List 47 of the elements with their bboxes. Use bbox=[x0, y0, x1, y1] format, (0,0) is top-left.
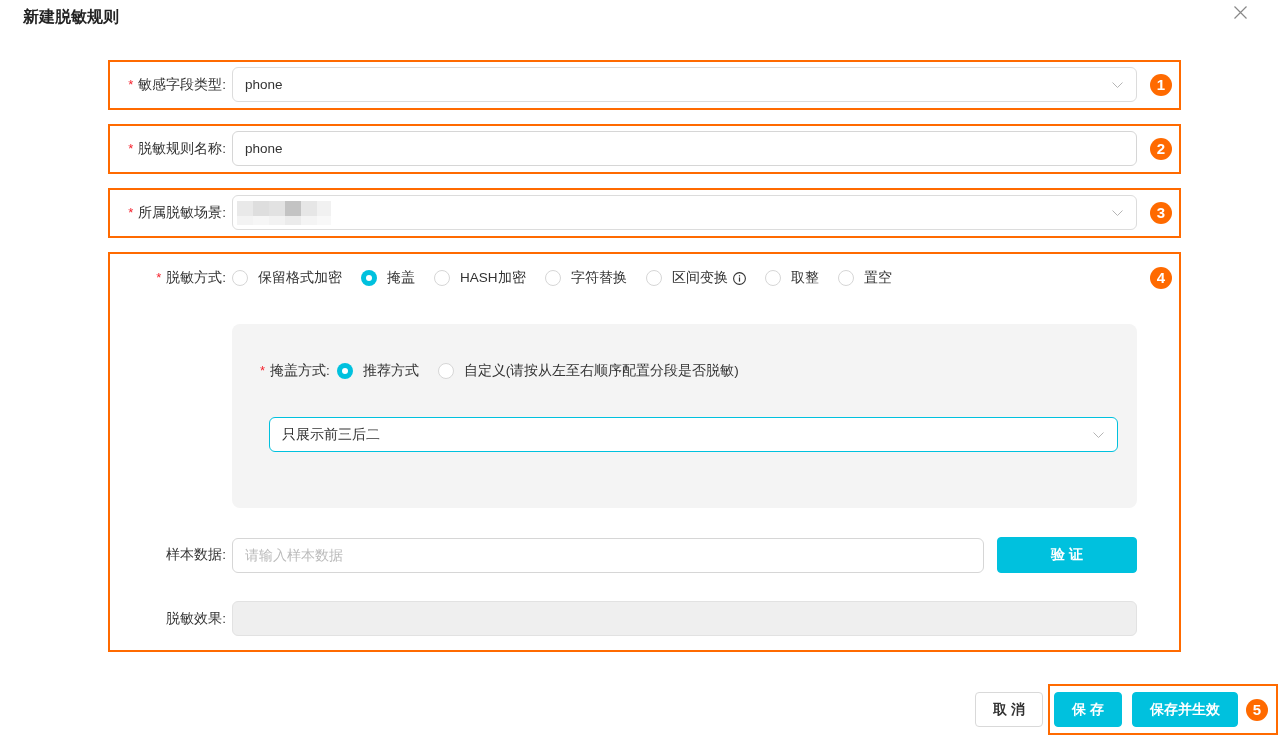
select-field[interactable]: 只展示前三后二 bbox=[269, 417, 1118, 452]
required-mark: * bbox=[260, 362, 266, 380]
step-badge: 2 bbox=[1150, 137, 1172, 160]
field-label: 脱敏方式: bbox=[166, 269, 226, 287]
radio-option[interactable]: 置空 bbox=[837, 268, 892, 288]
close-icon bbox=[1234, 6, 1247, 19]
select-field[interactable]: phone bbox=[232, 67, 1137, 102]
radio-option[interactable]: 区间变换 bbox=[645, 268, 746, 288]
dialog-title: 新建脱敏规则 bbox=[23, 7, 119, 27]
radio-option[interactable]: 保留格式加密 bbox=[232, 268, 342, 288]
step-badge: 3 bbox=[1150, 201, 1172, 224]
field-label: 脱敏效果: bbox=[166, 609, 226, 628]
radio-icon[interactable] bbox=[437, 363, 454, 379]
text-input[interactable]: phone bbox=[232, 131, 1137, 166]
step-badge: 1 bbox=[1150, 73, 1172, 96]
chevron-down-icon bbox=[1093, 431, 1104, 438]
field-label: 所属脱敏场景: bbox=[138, 203, 226, 222]
radio-icon[interactable] bbox=[645, 270, 662, 286]
radio-icon[interactable] bbox=[544, 270, 561, 286]
required-mark: * bbox=[156, 269, 162, 287]
field-label: 敏感字段类型: bbox=[138, 75, 226, 94]
step-badge: 4 bbox=[1150, 267, 1172, 289]
radio-icon[interactable] bbox=[764, 270, 781, 286]
radio-icon[interactable] bbox=[232, 270, 248, 286]
chevron-down-icon bbox=[1112, 209, 1123, 216]
radio-icon[interactable] bbox=[434, 270, 450, 286]
radio-option[interactable]: HASH加密 bbox=[434, 268, 526, 288]
text-input[interactable]: 请输入样本数据 bbox=[232, 537, 984, 573]
required-mark: * bbox=[128, 75, 134, 94]
required-mark: * bbox=[128, 203, 134, 222]
radio-icon[interactable] bbox=[336, 363, 353, 379]
radio-option[interactable]: 推荐方式 bbox=[336, 361, 419, 381]
radio-option[interactable]: 掩盖 bbox=[361, 268, 415, 288]
field-label: 脱敏规则名称: bbox=[138, 139, 226, 158]
required-mark: * bbox=[128, 139, 134, 158]
radio-option[interactable]: 字符替换 bbox=[544, 268, 627, 288]
radio-option[interactable]: 自定义(请按从左至右顺序配置分段是否脱敏) bbox=[437, 361, 739, 381]
step-badge: 5 bbox=[1246, 698, 1268, 721]
field-label: 样本数据: bbox=[166, 546, 226, 564]
select-field[interactable] bbox=[232, 195, 1137, 230]
radio-option[interactable]: 取整 bbox=[764, 268, 819, 288]
field-label: 掩盖方式: bbox=[270, 362, 330, 380]
radio-icon[interactable] bbox=[361, 270, 377, 286]
radio-icon[interactable] bbox=[837, 270, 854, 286]
close-button[interactable] bbox=[1234, 6, 1247, 19]
chevron-down-icon bbox=[1112, 81, 1123, 88]
cancel-button[interactable]: 取 消 bbox=[975, 692, 1044, 727]
